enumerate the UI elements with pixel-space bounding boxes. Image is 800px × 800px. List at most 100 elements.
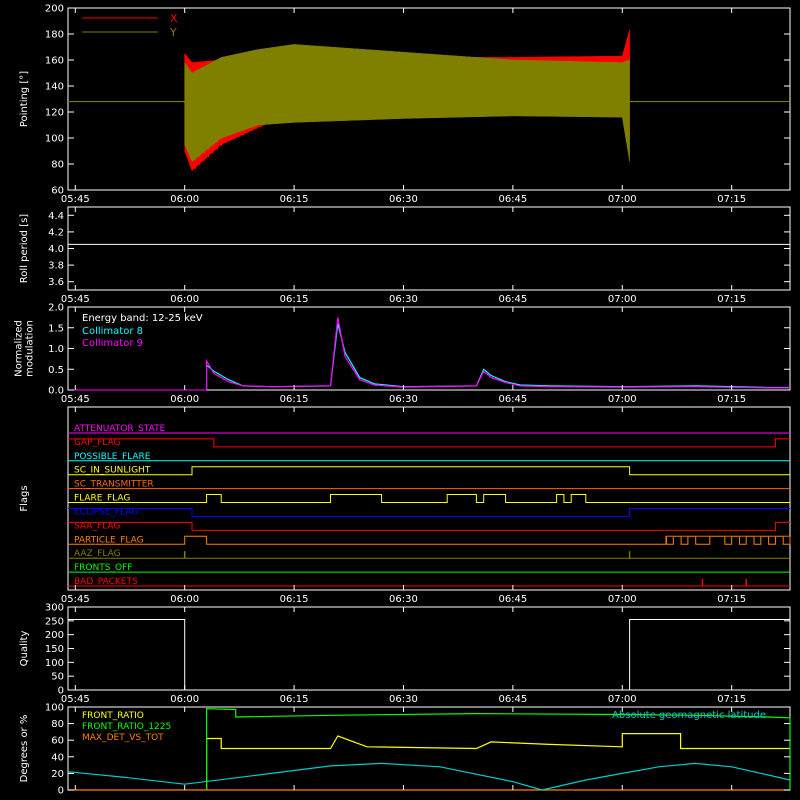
flag-saa-flag-line	[68, 521, 790, 531]
modulation-xtick-label: 07:00	[608, 394, 637, 405]
roll-ytick-label: 3.6	[48, 277, 64, 288]
quality-xtick-label: 06:45	[498, 694, 527, 705]
quality-xtick-label: 06:15	[280, 694, 309, 705]
flag-particle-flag-drop-step	[695, 536, 711, 545]
quality-xtick-label: 05:45	[61, 694, 90, 705]
quality-ytick-label: 100	[45, 658, 64, 669]
pointing-band-y	[68, 44, 790, 162]
modulation-xtick-label: 05:45	[61, 394, 90, 405]
ratios-ytick-label: 100	[45, 703, 64, 714]
quality-ylabel: Quality	[19, 631, 30, 667]
pointing-legend-label-x: X	[170, 12, 178, 25]
modulation-ytick-label: 1.0	[48, 344, 64, 355]
modulation-xtick-label: 06:45	[498, 394, 527, 405]
roll-xtick-label: 07:15	[717, 294, 746, 305]
flag-particle-flag-drop-step	[782, 536, 791, 545]
roll-ytick-label: 3.8	[48, 261, 64, 272]
modulation-xtick-label: 07:15	[717, 394, 746, 405]
roll-ylabel: Roll period [s]	[19, 214, 30, 283]
modulation-xtick-label: 06:15	[280, 394, 309, 405]
flag-sc-in-sunlight-line	[68, 466, 790, 476]
ratios-legend-max-det-vs-tot: MAX_DET_VS_TOT	[82, 733, 164, 743]
modulation-legend-collimator-8: Collimator 8	[82, 326, 143, 337]
flag-particle-flag-drop-step	[724, 536, 733, 545]
pointing-xtick-label: 06:45	[498, 194, 527, 205]
flag-eclipse-flag-line	[68, 508, 790, 517]
ratios-ytick-label: 0	[58, 786, 64, 797]
roll-xtick-label: 06:45	[498, 294, 527, 305]
pointing-xtick-label: 07:15	[717, 194, 746, 205]
flags-xtick-label: 06:00	[170, 594, 199, 605]
pointing-ytick-label: 180	[45, 30, 64, 41]
pointing-legend-label-y: Y	[169, 26, 177, 39]
flag-particle-flag-label: PARTICLE_FLAG	[74, 535, 144, 545]
flag-flare-flag-line	[68, 494, 790, 503]
ratios-annotation: Absolute geomagnetic latitude	[612, 710, 766, 721]
flag-particle-flag-drop-step	[666, 536, 674, 545]
ratios-legend-front-ratio-1225: FRONT_RATIO_1225	[82, 722, 171, 732]
quality-ytick-label: 250	[45, 616, 64, 627]
flags-frame	[67, 406, 791, 591]
flags-xtick-label: 07:00	[608, 594, 637, 605]
flags-xtick-label: 07:15	[717, 594, 746, 605]
flag-particle-flag-drop-step	[680, 536, 689, 545]
modulation-annotation: Energy band: 12-25 keV	[82, 313, 203, 324]
quality-xtick-label: 07:00	[608, 694, 637, 705]
modulation-ylabel: Normalized	[14, 320, 25, 377]
pointing-xtick-label: 07:00	[608, 194, 637, 205]
figure: 608010012014016018020005:45 06:00 06:15 06:…	[14, 4, 791, 797]
flag-particle-flag-drop-step	[753, 536, 762, 545]
ratios-ytick-label: 20	[51, 769, 64, 780]
ratios-series-front-ratio	[206, 732, 790, 790]
pointing-xtick-label: 06:30	[389, 194, 418, 205]
pointing-series-y	[68, 44, 790, 162]
modulation-xtick-label: 06:30	[389, 394, 418, 405]
quality-series-line	[68, 619, 790, 691]
flags-xtick-label: 05:45	[61, 594, 90, 605]
modulation-ytick-label: 2.0	[48, 303, 64, 314]
roll-ytick-label: 4.0	[48, 244, 64, 255]
pointing-xtick-label: 06:15	[280, 194, 309, 205]
roll-xtick-label: 07:00	[608, 294, 637, 305]
modulation-legend-collimator-9: Collimator 9	[82, 338, 143, 349]
flags-xtick-label: 06:15	[280, 594, 309, 605]
modulation-ytick-label: 0.5	[48, 365, 64, 376]
flags-xtick-label: 06:45	[498, 594, 527, 605]
pointing-ytick-label: 80	[51, 160, 64, 171]
modulation-ytick-label: 1.5	[48, 323, 64, 334]
modulation-xtick-label: 06:00	[170, 394, 199, 405]
quality-xtick-label: 06:00	[170, 694, 199, 705]
modulation-ylabel: modulation	[25, 320, 36, 377]
quality-ytick-label: 300	[45, 603, 64, 614]
ratios-ytick-label: 60	[51, 736, 64, 747]
ratios-ytick-label: 40	[51, 752, 64, 763]
roll-xtick-label: 06:15	[280, 294, 309, 305]
flag-particle-flag-drop-step	[768, 536, 776, 545]
ratios-ytick-label: 80	[51, 719, 64, 730]
quality-xtick-label: 06:30	[389, 694, 418, 705]
pointing-ytick-label: 140	[45, 82, 64, 93]
ratios-legend-front-ratio: FRONT_RATIO	[82, 711, 144, 721]
pointing-ylabel: Pointing [°]	[19, 71, 30, 127]
roll-xtick-label: 06:00	[170, 294, 199, 305]
roll-xtick-label: 06:30	[389, 294, 418, 305]
ratios-ylabel: Degrees or %	[19, 715, 30, 783]
pointing-xtick-label: 05:45	[61, 194, 90, 205]
pointing-ytick-label: 160	[45, 56, 64, 67]
flag-aaz-flag-label: AAZ_FLAG	[74, 549, 121, 559]
flag-fronts-off-label: FRONTS_OFF	[74, 563, 132, 573]
quality-ytick-label: 200	[45, 630, 64, 641]
pointing-ytick-label: 200	[45, 4, 64, 15]
flags-xtick-label: 06:30	[389, 594, 418, 605]
flag-gap-flag-line	[68, 438, 790, 448]
roll-ytick-label: 4.2	[48, 227, 64, 238]
roll-xtick-label: 05:45	[61, 294, 90, 305]
flags-ylabel: Flags	[19, 485, 30, 511]
flag-particle-flag-drop-step	[738, 536, 747, 545]
flag-gap-flag-label: GAP_FLAG	[74, 438, 120, 448]
ratios-series-latitude	[67, 762, 791, 791]
pointing-ytick-label: 120	[45, 108, 64, 119]
roll-frame	[67, 206, 791, 291]
quality-ytick-label: 150	[45, 644, 64, 655]
quality-xtick-label: 07:15	[717, 694, 746, 705]
